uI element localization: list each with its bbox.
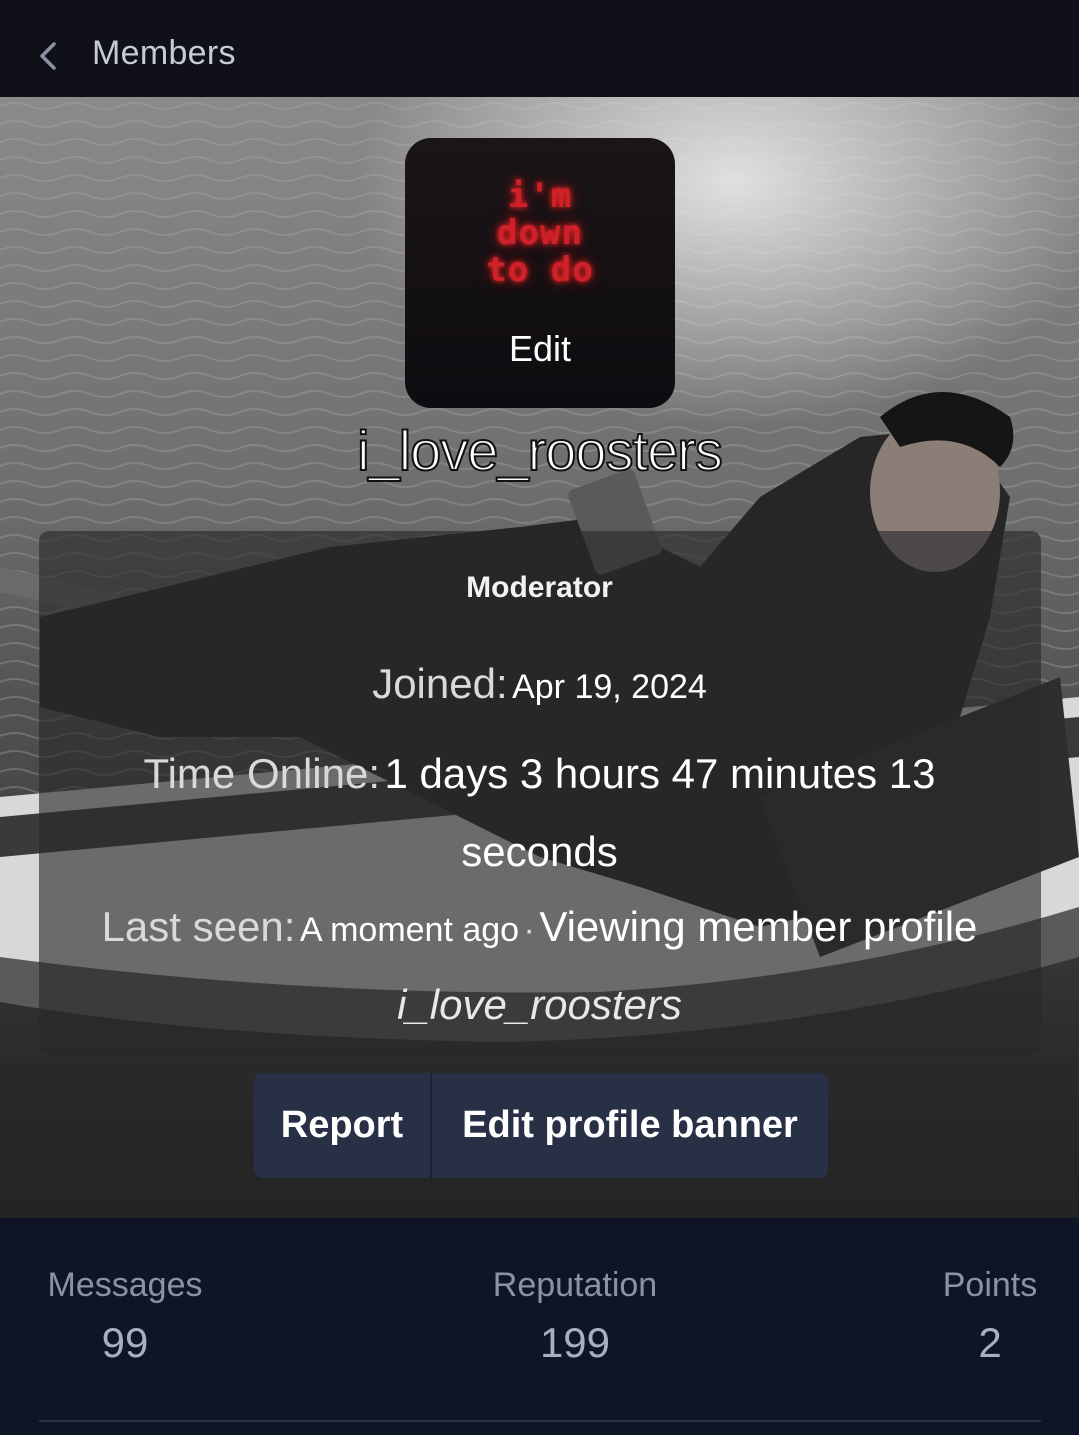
stat-messages[interactable]: Messages 99 bbox=[40, 1266, 210, 1367]
time-online-row: Time Online: 1 days 3 hours 47 minutes 1… bbox=[100, 740, 979, 896]
back-link-members[interactable]: Members bbox=[92, 34, 236, 73]
divider bbox=[39, 1420, 1041, 1422]
joined-value: Apr 19, 2024 bbox=[512, 668, 707, 706]
avatar-art-line: to do bbox=[486, 250, 594, 290]
last-seen-value: A moment ago bbox=[299, 911, 520, 949]
avatar-art-line: down bbox=[497, 213, 583, 253]
avatar-artwork: i'm down to do bbox=[405, 178, 675, 289]
stat-value: 99 bbox=[101, 1319, 149, 1366]
user-role-badge: Moderator bbox=[466, 571, 613, 604]
stat-value: 199 bbox=[539, 1319, 611, 1366]
edit-profile-banner-button[interactable]: Edit profile banner bbox=[432, 1073, 828, 1178]
profile-action-buttons: Report Edit profile banner bbox=[254, 1073, 828, 1178]
activity-text: Viewing member profile bbox=[539, 903, 978, 950]
stat-label: Points bbox=[942, 1266, 1038, 1304]
avatar-edit-button[interactable]: Edit bbox=[405, 328, 675, 370]
avatar[interactable]: i'm down to do Edit bbox=[405, 138, 675, 408]
activity-profile-link[interactable]: i_love_roosters bbox=[397, 981, 682, 1028]
top-bar: Members bbox=[0, 0, 1079, 97]
separator-dot: · bbox=[523, 911, 535, 949]
stat-reputation[interactable]: Reputation 199 bbox=[470, 1266, 680, 1367]
time-online-label: Time Online: bbox=[143, 750, 381, 797]
stat-value: 2 bbox=[978, 1319, 1002, 1366]
stat-label: Messages bbox=[47, 1266, 203, 1304]
stat-points[interactable]: Points 2 bbox=[938, 1266, 1042, 1367]
joined-label: Joined: bbox=[372, 660, 508, 707]
joined-row: Joined: Apr 19, 2024 bbox=[0, 660, 1079, 708]
last-seen-row: Last seen: A moment ago · Viewing member… bbox=[90, 893, 989, 1049]
report-button[interactable]: Report bbox=[254, 1073, 432, 1178]
time-online-value: 1 days 3 hours 47 minutes 13 seconds bbox=[384, 750, 936, 875]
username: i_love_roosters bbox=[356, 418, 724, 483]
chevron-left-icon[interactable] bbox=[36, 40, 60, 72]
last-seen-label: Last seen: bbox=[101, 903, 296, 950]
avatar-art-line: i'm bbox=[507, 176, 573, 216]
stat-label: Reputation bbox=[492, 1266, 658, 1304]
stats-panel: Messages 99 Reputation 199 Points 2 bbox=[0, 1218, 1079, 1435]
